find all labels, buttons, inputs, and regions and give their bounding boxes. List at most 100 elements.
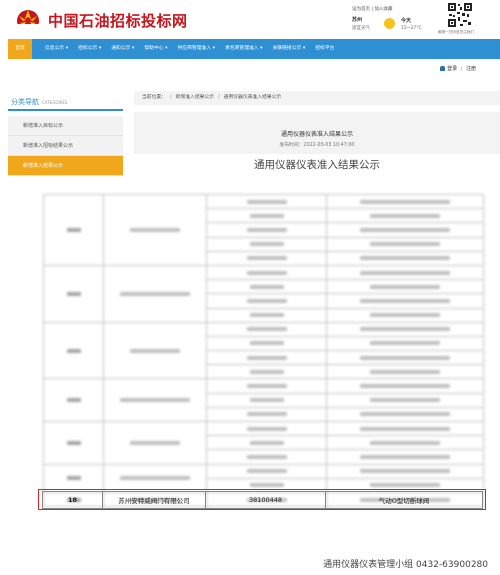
code-cell	[206, 193, 327, 210]
code-cell	[206, 335, 327, 352]
sidebar-item-admission-bid-results[interactable]: 新增准入招标结果公示	[8, 136, 123, 156]
document-title: 通用仪器仪表准入结果公示	[254, 159, 380, 171]
code-cell	[206, 449, 327, 465]
code-cell	[206, 435, 327, 451]
qr-code-icon	[447, 2, 473, 28]
nav-item-home[interactable]: 首页	[8, 39, 32, 59]
nav-item-notice[interactable]: 通知公示 ▾	[106, 39, 139, 59]
code-cell	[206, 293, 327, 309]
weather-city: 苏州	[352, 17, 363, 23]
company-cell	[103, 194, 207, 266]
site-header: 中国石油招标投标网 设为首页 | 加入收藏 苏州 适宜天气 今天 15~27°C…	[0, 0, 500, 38]
nav-item-links[interactable]: 关联链接公示 ▾	[268, 39, 311, 59]
login-bar: 登录 | 注册	[8, 63, 500, 75]
table-row-highlighted: 18 苏州安特威阀门有限公司 38100448 气动O型切断球阀	[42, 491, 483, 509]
product-cell	[326, 435, 484, 451]
table-row	[43, 378, 484, 422]
product-cell	[326, 250, 484, 266]
table-row	[43, 463, 484, 493]
code-cell	[206, 392, 327, 408]
petrochina-logo-icon[interactable]	[14, 6, 42, 32]
company-cell	[103, 321, 207, 380]
breadcrumb-item-current: 通用仪器仪表准入结果公示	[223, 95, 282, 100]
product-name: 气动O型切断球阀	[325, 491, 483, 509]
product-cell	[326, 193, 484, 210]
code-cell	[206, 420, 327, 437]
code-cell	[206, 307, 327, 323]
product-cell	[326, 378, 484, 394]
code-cell	[206, 250, 327, 266]
code-cell	[206, 321, 327, 337]
code-cell	[206, 463, 327, 479]
company-cell	[103, 421, 207, 465]
user-icon	[440, 65, 446, 71]
table-row	[43, 264, 484, 323]
code-cell	[206, 350, 327, 366]
company-name: 苏州安特威阀门有限公司	[102, 491, 206, 509]
sidebar-item-admission-targets[interactable]: 新增准入目标公示	[8, 116, 123, 136]
row-number-cell	[43, 194, 104, 266]
row-number: 18	[42, 491, 103, 509]
weather-label: 适宜天气	[352, 26, 370, 31]
sun-icon	[384, 18, 395, 29]
company-cell	[103, 264, 207, 323]
product-cell	[326, 364, 484, 380]
breadcrumb-prefix: 当前位置：	[142, 95, 166, 100]
code-cell	[206, 364, 327, 380]
sidebar-title-text: 分类导航	[11, 98, 39, 106]
sidebar-item-admission-results[interactable]: 新增准入结果公示	[8, 156, 123, 176]
article-title: 通用仪器仪表准入结果公示	[280, 131, 353, 138]
product-cell	[326, 279, 484, 295]
row-number-cell	[43, 378, 104, 422]
article-publish-time: 发布时间：2022-03-03 10:47:00	[279, 143, 355, 148]
code-cell	[206, 279, 327, 295]
product-cell	[326, 420, 484, 437]
breadcrumb: 当前位置： / 新增准入结果公示 / 通用仪器仪表准入结果公示	[134, 91, 500, 105]
footer-contact: 通用仪器仪表管理小组 0432-63900280	[323, 560, 488, 570]
code-cell	[206, 236, 327, 252]
nav-item-help[interactable]: 帮助中心 ▾	[139, 39, 172, 59]
register-link[interactable]: 注册	[466, 66, 476, 72]
login-link[interactable]: 登录	[447, 66, 457, 72]
code-cell	[206, 208, 327, 224]
product-cell	[326, 335, 484, 352]
product-cell	[326, 307, 484, 323]
sidebar-subtitle: CATEGORIES	[42, 100, 68, 105]
code-cell	[206, 222, 327, 238]
product-cell	[326, 449, 484, 465]
login-links: 登录 | 注册	[440, 65, 476, 72]
article-header: 通用仪器仪表准入结果公示 发布时间：2022-03-03 10:47:00	[134, 112, 500, 154]
sidebar-title: 分类导航 CATEGORIES	[8, 89, 123, 111]
code-cell	[206, 264, 327, 281]
sidebar: 分类导航 CATEGORIES 新增准入目标公示 新增准入招标结果公示 新增准入结…	[8, 89, 123, 176]
product-cell	[326, 222, 484, 238]
row-number-cell	[43, 264, 104, 323]
product-cell	[326, 350, 484, 366]
product-cell	[326, 293, 484, 309]
product-cell	[326, 236, 484, 252]
nav-item-platform[interactable]: 招标平台	[310, 39, 339, 59]
breadcrumb-item-category[interactable]: 新增准入结果公示	[176, 95, 214, 100]
company-cell	[103, 378, 207, 422]
main-nav: 首页 信息公示 ▾ 招标公示 ▾ 通知公示 ▾ 帮助中心 ▾ 供应商管理准入 ▾…	[8, 39, 500, 59]
table-row	[43, 420, 484, 465]
nav-item-contractor[interactable]: 承包商管理准入 ▾	[220, 39, 268, 59]
qr-caption: 截屏一扫码查关注我们	[438, 30, 474, 34]
highlighted-row-box: 18 苏州安特威阀门有限公司 38100448 气动O型切断球阀	[38, 489, 486, 510]
header-links[interactable]: 设为首页 | 加入收藏	[352, 6, 392, 12]
nav-item-supplier[interactable]: 供应商管理准入 ▾	[173, 39, 221, 59]
product-cell	[326, 321, 484, 337]
weather-temperature: 15~27°C	[401, 26, 422, 31]
site-title[interactable]: 中国石油招标投标网	[48, 10, 188, 31]
product-cell	[326, 392, 484, 408]
results-table	[43, 193, 484, 508]
code-cell	[206, 406, 327, 423]
nav-item-bidding[interactable]: 招标公示 ▾	[73, 39, 106, 59]
row-number-cell	[43, 421, 104, 465]
product-cell	[326, 463, 484, 479]
table-row	[43, 193, 484, 266]
row-number-cell	[43, 321, 104, 380]
nav-item-info[interactable]: 信息公示 ▾	[40, 39, 73, 59]
product-cell	[326, 264, 484, 281]
product-cell	[326, 208, 484, 224]
